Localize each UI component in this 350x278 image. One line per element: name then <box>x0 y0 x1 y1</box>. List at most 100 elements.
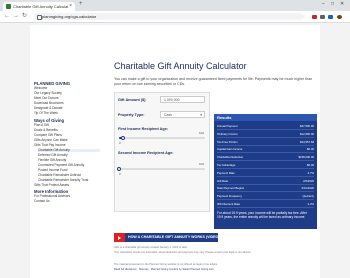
sidebar-subitem[interactable]: Commuted Payment Gift Annuity <box>38 163 100 168</box>
sidebar-item[interactable]: Gifts That Protect Assets <box>34 183 100 188</box>
property-type-label: Property Type: <box>118 113 145 117</box>
youtube-play-icon <box>114 233 125 242</box>
lock-icon <box>37 15 42 20</box>
minimize-icon[interactable]: – <box>322 1 325 7</box>
results-row-label: Payment Frequency <box>217 194 243 199</box>
video-button-label: HOW A CHARITABLE GIFT ANNUITY WORKS (VID… <box>128 235 220 239</box>
second-age-max: 100 <box>199 162 205 166</box>
url-text: planmgiving.org/cga-calculator <box>42 14 97 19</box>
sidebar-subitem[interactable]: Charitable Remainder Annuity Trust <box>38 178 100 183</box>
property-type-value: Cash <box>164 113 173 117</box>
disclaimer-text: The material presented on the Planned Gi… <box>114 263 218 266</box>
second-age-label: Second Income Recipient Age: <box>118 151 174 155</box>
gift-amount-input[interactable]: 1,000,000 <box>160 96 205 103</box>
results-row: Capital Gain Income $0.00 <box>217 146 314 154</box>
results-note: For about 19.9 years, your income will b… <box>217 211 307 220</box>
results-row-value: $12,660.00 <box>300 131 314 136</box>
results-row-value: 2/6/2020 <box>303 178 314 183</box>
intro-text: You can make a gift to your organization… <box>114 77 313 86</box>
results-row: Ordinary Income $12,660.00 <box>217 131 314 138</box>
results-row: Tax Advantage $0.00 <box>217 162 314 169</box>
results-row: Annual Payment $47,500.00 <box>217 123 314 130</box>
profile-avatar[interactable] <box>337 15 342 19</box>
calculator-form: Gift Amount ($) 1,000,000 Property Type:… <box>114 92 210 212</box>
results-row-label: Tax Advantage <box>217 163 236 167</box>
results-panel: Results Annual Payment $47,500.00 Ordinary… <box>214 114 317 229</box>
sidebar-item[interactable]: Contact Us <box>34 200 100 204</box>
results-row-value: $0.00 <box>307 147 314 152</box>
sidebar-item[interactable]: Gifts That Pay Income <box>34 143 100 148</box>
results-row-value: Quarterly <box>302 194 314 199</box>
results-row-value: 4.7% <box>307 170 314 175</box>
extension-icon[interactable] <box>328 15 333 19</box>
results-row: Payment Rate 4.7% <box>217 170 314 177</box>
browser-toolbar: ← → ↻ planmgiving.org/cga-calculator <box>0 11 350 23</box>
slider-handle[interactable] <box>117 166 121 171</box>
results-row-label: Tax-Free Portion <box>217 139 238 144</box>
results-row: Date Payment Begins 3/31/2020 <box>217 185 314 193</box>
tab-title: Charitable Gift Annuity Calculat <box>13 4 69 9</box>
results-row-label: Annual Payment <box>217 124 238 128</box>
results-row-label: IRS Discount Rate <box>217 202 241 206</box>
results-row-value: 2.2% <box>307 202 314 206</box>
results-row: Tax-Free Portion $34,557.68 <box>217 139 314 146</box>
results-row-label: Date Payment Begins <box>217 186 245 191</box>
sidebar-heading-ways-of-giving: Ways of Giving <box>34 117 65 123</box>
maximize-icon[interactable]: □ <box>331 1 334 7</box>
back-icon[interactable]: ← <box>4 13 10 20</box>
window-close-icon[interactable]: ✕ <box>340 1 344 7</box>
results-row: Gift Date 2/6/2020 <box>217 178 314 185</box>
slider-handle[interactable] <box>121 135 126 140</box>
sidebar-nav: PLANNED GIVING Welcome Our Legacy Societ… <box>30 79 100 205</box>
site-favicon-icon <box>6 4 11 9</box>
results-row-label: Charitable Deduction <box>217 155 244 160</box>
reload-icon[interactable]: ↻ <box>22 13 27 20</box>
results-row-label: Payment Rate <box>217 170 235 175</box>
sidebar-subitem[interactable]: Charitable Remainder Unitrust <box>38 173 100 178</box>
results-row-value: $0.00 <box>307 163 314 167</box>
browser-tab[interactable]: Charitable Gift Annuity Calculat × <box>3 2 75 11</box>
results-row-label: Capital Gain Income <box>217 147 243 152</box>
video-button[interactable]: HOW A CHARITABLE GIFT ANNUITY WORKS (VID… <box>114 233 220 242</box>
first-age-min: 0 <box>119 141 121 145</box>
sidebar-item[interactable]: Plan A Gift <box>34 123 100 128</box>
results-row-value: 3/31/2020 <box>301 186 314 191</box>
sidebar-subitem[interactable]: Flexible Gift Annuity <box>38 158 100 163</box>
results-row: IRS Discount Rate 2.2% <box>217 201 314 208</box>
page-content: PLANNED GIVING Welcome Our Legacy Societ… <box>30 25 320 278</box>
results-row-label: Ordinary Income <box>217 131 238 136</box>
sidebar-item[interactable]: Goals & Benefits <box>34 128 100 133</box>
new-tab-icon[interactable]: + <box>79 1 83 7</box>
tab-close-icon[interactable]: × <box>69 2 72 11</box>
gift-amount-label: Gift Amount ($) <box>118 98 146 102</box>
first-age-label: First Income Recipient Age: <box>118 127 169 131</box>
property-type-select[interactable]: Cash ▾ <box>160 111 205 118</box>
page-title: Charitable Gift Annuity Calculator <box>114 61 247 71</box>
extension-icon[interactable] <box>312 15 317 19</box>
sidebar-item[interactable]: Tip Of The Week <box>34 111 100 116</box>
sidebar-subitem[interactable]: Deferred Gift Annuity <box>38 153 100 158</box>
first-age-max: 100 <box>199 131 205 135</box>
second-age-min: 0 <box>119 172 121 176</box>
page-viewport: PLANNED GIVING Welcome Our Legacy Societ… <box>0 23 350 278</box>
results-row-value: $47,500.00 <box>300 124 314 128</box>
sidebar-item[interactable]: Gifts Anyone Can Make <box>34 138 100 143</box>
address-bar[interactable]: planmgiving.org/cga-calculator <box>34 13 304 20</box>
footer-links[interactable]: Read full disclaimer · Sitemap · Planned… <box>114 268 320 271</box>
second-age-slider[interactable] <box>117 166 205 171</box>
results-row: Payment Frequency Quarterly <box>217 193 314 201</box>
sidebar-item[interactable]: Compare Gift Plans <box>34 133 100 138</box>
results-row-label: Gift Date <box>217 178 229 183</box>
sidebar-item-active[interactable]: Charitable Gift Annuity <box>38 148 100 153</box>
sidebar-subitem[interactable]: Pooled Income Fund <box>38 168 100 173</box>
first-age-slider[interactable] <box>119 135 205 140</box>
browser-tab-bar: Charitable Gift Annuity Calculat × + – □… <box>0 0 350 11</box>
extension-icon[interactable] <box>320 15 325 19</box>
results-row: Charitable Deduction $158,290.00 <box>217 154 314 162</box>
footnote-text: Your calculation results are estimated, … <box>114 251 252 254</box>
results-row-value: $158,290.00 <box>298 155 314 160</box>
results-heading: Results <box>214 114 317 121</box>
footnote-text: Gifts to a charitable gift annuity creat… <box>114 246 188 249</box>
results-row-value: $34,557.68 <box>300 139 314 144</box>
forward-icon[interactable]: → <box>13 13 19 20</box>
